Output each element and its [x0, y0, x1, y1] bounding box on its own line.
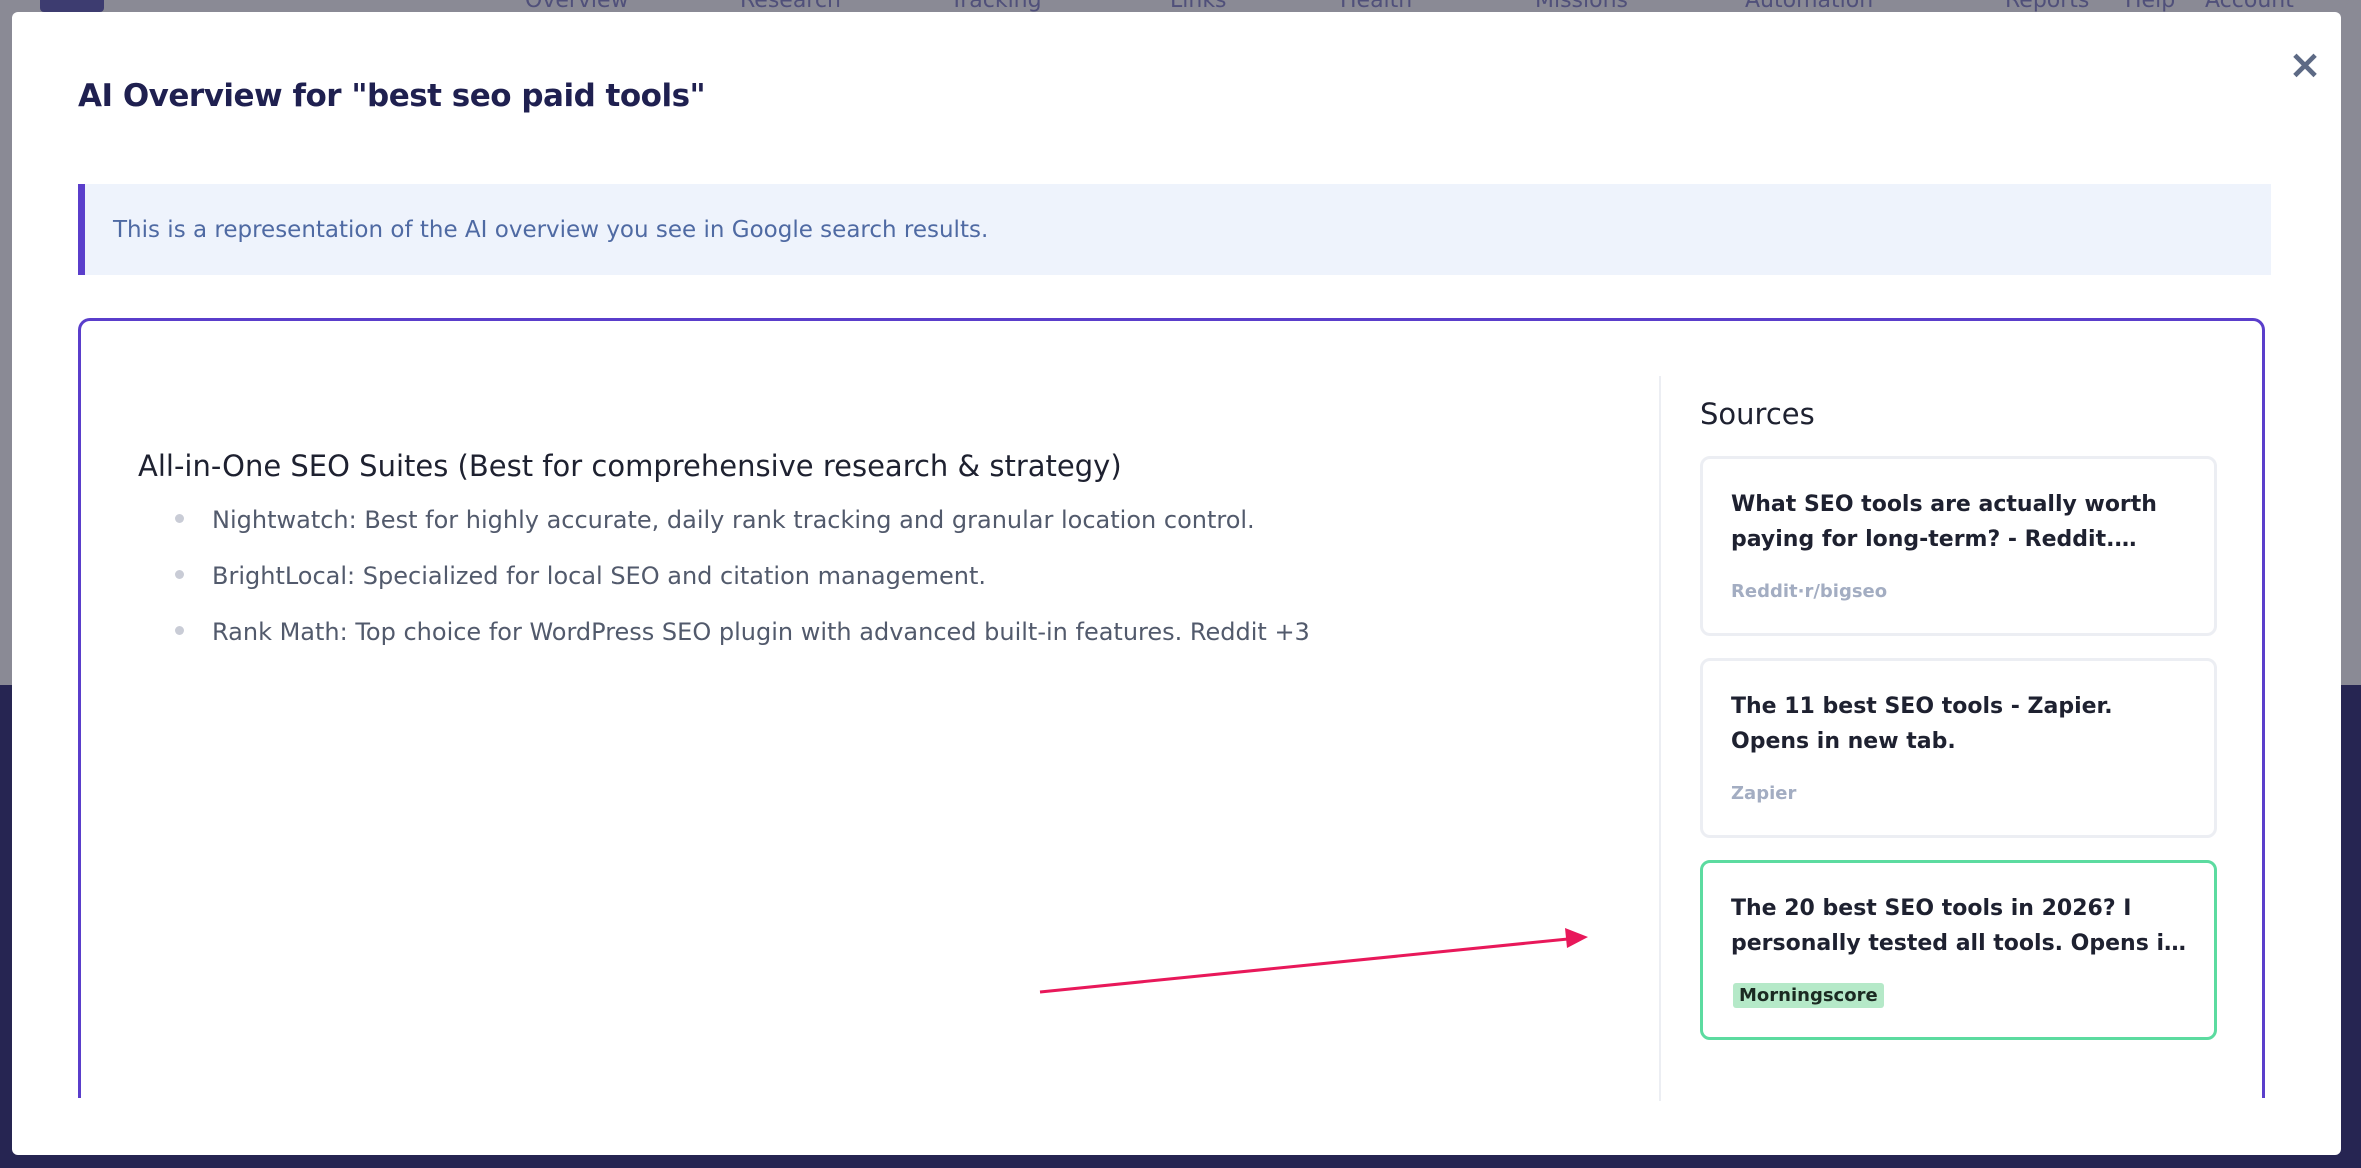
annotation-arrow-icon: [1039, 928, 1588, 994]
